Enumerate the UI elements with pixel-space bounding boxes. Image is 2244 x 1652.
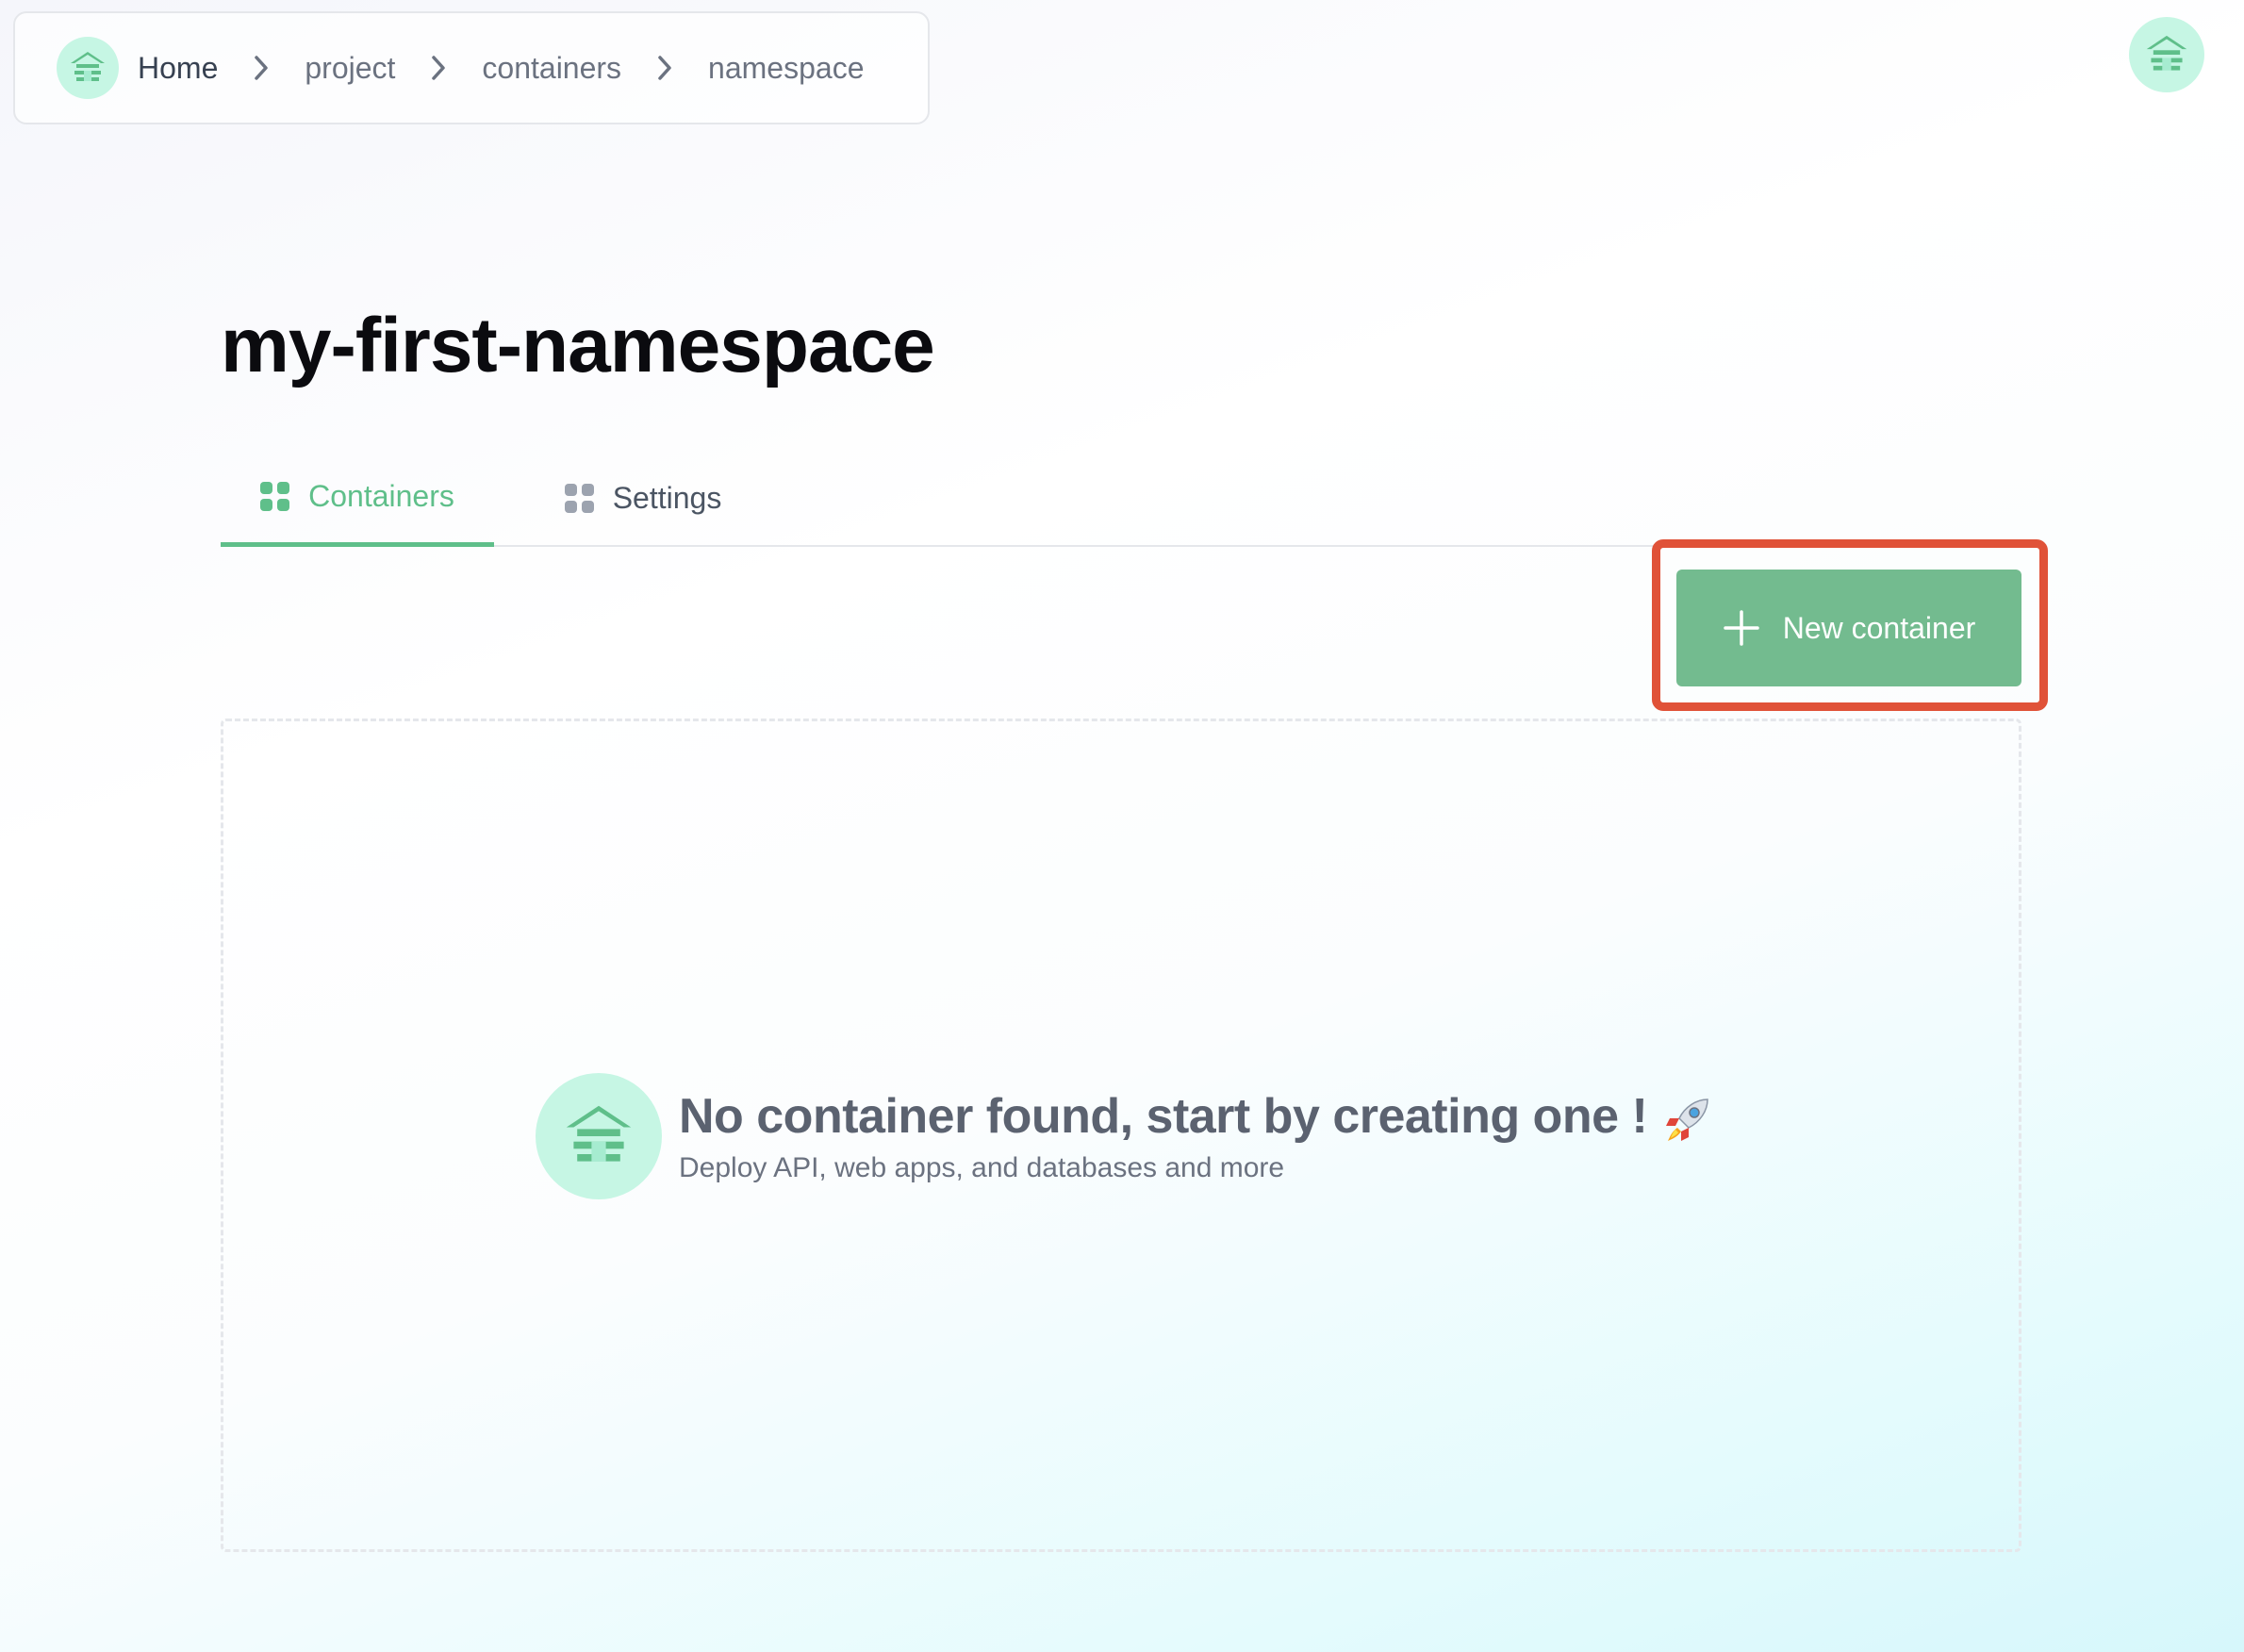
- tab-label: Containers: [308, 479, 454, 513]
- plus-icon: [1723, 609, 1760, 647]
- page-title: my-first-namespace: [221, 303, 935, 388]
- tab-settings[interactable]: Settings: [549, 451, 737, 545]
- empty-state-text: No container found, start by creating on…: [679, 1088, 1713, 1183]
- breadcrumb-item-project[interactable]: project: [305, 51, 395, 86]
- home-logo-icon[interactable]: [57, 37, 119, 99]
- grid-icon: [260, 482, 290, 511]
- empty-state: No container found, start by creating on…: [536, 1073, 1713, 1199]
- page: Home project containers namespace my-fir…: [0, 0, 2244, 1652]
- tab-bar: Containers Settings: [221, 451, 2020, 547]
- chevron-right-icon: [420, 55, 457, 81]
- breadcrumb-item-containers[interactable]: containers: [482, 51, 621, 86]
- empty-state-subtitle: Deploy API, web apps, and databases and …: [679, 1151, 1285, 1183]
- user-avatar[interactable]: [2129, 17, 2204, 92]
- grid-icon: [564, 483, 594, 513]
- house-logo-icon: [536, 1073, 662, 1199]
- house-logo-icon: [2146, 35, 2187, 71]
- new-container-label: New container: [1782, 610, 1976, 645]
- chevron-right-icon: [646, 55, 684, 81]
- empty-state-title: No container found, start by creating on…: [679, 1088, 1713, 1146]
- empty-state-title-text: No container found, start by creating on…: [679, 1089, 1648, 1145]
- breadcrumb-item-namespace[interactable]: namespace: [708, 51, 864, 86]
- tab-containers[interactable]: Containers: [221, 451, 494, 547]
- tab-label: Settings: [612, 480, 722, 515]
- new-container-button[interactable]: New container: [1676, 570, 2021, 686]
- chevron-right-icon: [242, 55, 280, 81]
- breadcrumb-item-home[interactable]: Home: [138, 51, 218, 86]
- breadcrumb: Home project containers namespace: [13, 11, 930, 124]
- rocket-icon: [1660, 1094, 1713, 1147]
